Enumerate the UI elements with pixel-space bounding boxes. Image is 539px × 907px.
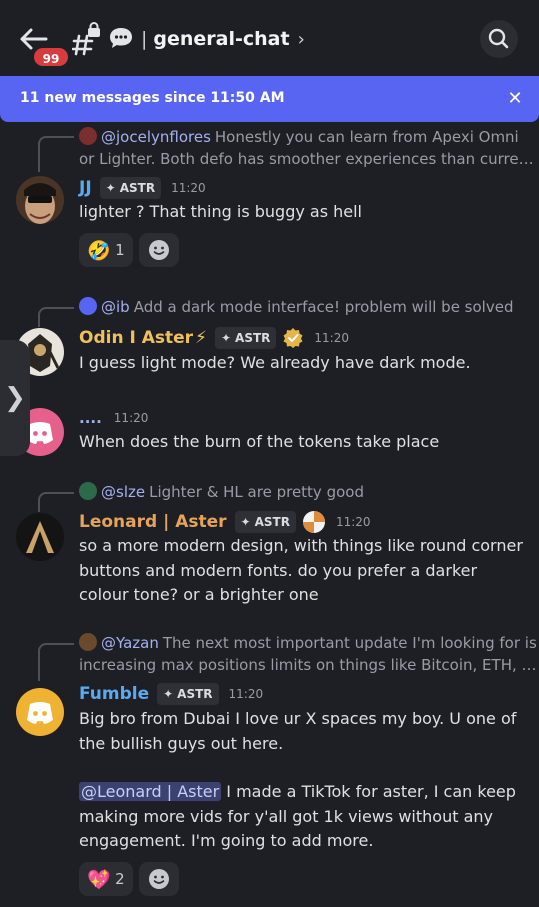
hash-lock-icon <box>71 22 102 56</box>
username[interactable]: Odin I Aster <box>79 328 193 348</box>
avatar[interactable] <box>16 513 64 561</box>
server-tag-label: ASTR <box>235 331 271 345</box>
reply-text: The next most important update I'm looki… <box>162 634 537 652</box>
lightning-icon: ⚡ <box>195 328 207 348</box>
server-tag[interactable]: ✦ ASTR <box>234 511 296 533</box>
channel-name: general-chat <box>153 28 290 50</box>
message-text: so a more modern design, with things lik… <box>79 536 523 604</box>
reply-avatar <box>79 482 97 500</box>
unread-badge: 99 <box>32 46 70 68</box>
message-text: I guess light mode? We already have dark… <box>79 353 471 372</box>
sparkling-heart-emoji: 💖 <box>87 868 112 891</box>
rofl-emoji: 🤣 <box>87 239 112 262</box>
reply-text-line2: or Lighter. Both defo has smoother exper… <box>79 150 534 168</box>
discord-logo-icon <box>27 702 53 724</box>
timestamp: 11:20 <box>171 181 206 195</box>
username[interactable]: .... <box>79 409 102 427</box>
channel-title[interactable]: | general-chat › <box>141 24 305 54</box>
reply-preview[interactable]: @ib Add a dark mode interface! problem wi… <box>79 296 513 318</box>
search-button[interactable] <box>480 20 518 58</box>
reply-connector <box>38 307 74 327</box>
search-icon <box>488 28 509 49</box>
new-messages-text: 11 new messages since 11:50 AM <box>20 90 285 106</box>
chevron-right-icon: › <box>297 28 305 50</box>
astr-diamond-icon: ✦ <box>220 331 232 345</box>
message-text-followup: @Leonard | Aster I made a TikTok for ast… <box>79 780 529 854</box>
new-messages-banner[interactable]: 11 new messages since 11:50 AM ✕ <box>0 76 539 122</box>
channel-header: 99 | general-chat › <box>0 0 539 76</box>
reply-preview[interactable]: @jocelynflores Honestly you can learn fro… <box>79 126 519 148</box>
message-text: lighter ? That thing is buggy as hell <box>79 202 362 221</box>
aster-logo-icon <box>302 510 326 534</box>
discord-logo-icon <box>79 297 97 315</box>
timestamp: 11:20 <box>228 687 264 701</box>
close-icon[interactable]: ✕ <box>504 88 526 110</box>
astr-diamond-icon: ✦ <box>163 687 174 701</box>
message-text: When does the burn of the tokens take pl… <box>79 432 440 451</box>
server-tag-label: ASTR <box>177 687 213 701</box>
astr-diamond-icon: ✦ <box>105 181 116 195</box>
add-reaction-icon <box>149 240 169 260</box>
username[interactable]: Leonard | Aster <box>79 512 227 532</box>
avatar[interactable] <box>16 688 64 736</box>
reply-avatar <box>79 127 97 145</box>
side-panel-tab[interactable]: ❯ <box>0 340 30 456</box>
server-tag[interactable]: ✦ ASTR <box>99 177 162 199</box>
add-reaction-button[interactable] <box>139 233 179 267</box>
username[interactable]: Fumble <box>79 684 149 704</box>
message-header: .... 11:20 <box>79 405 148 431</box>
reply-username: @Yazan <box>101 634 159 652</box>
message-header: Leonard | Aster ✦ ASTR 11:20 <box>79 509 371 535</box>
reply-text: Lighter & HL are pretty good <box>149 483 364 501</box>
timestamp: 11:20 <box>314 331 349 345</box>
reply-username: @ib <box>101 298 130 316</box>
reply-text: Honestly you can learn from Apexi Omni <box>214 128 519 146</box>
add-reaction-icon <box>149 869 169 889</box>
user-mention[interactable]: @Leonard | Aster <box>79 782 222 801</box>
message-header: Fumble ✦ ASTR 11:20 <box>79 681 263 707</box>
server-tag-label: ASTR <box>254 515 290 529</box>
title-separator: | <box>141 28 148 50</box>
add-reaction-button[interactable] <box>139 862 179 896</box>
reply-connector <box>38 643 74 681</box>
reaction-button[interactable]: 💖 2 <box>79 862 133 896</box>
server-tag[interactable]: ✦ ASTR <box>157 683 219 705</box>
reply-connector <box>38 136 74 172</box>
chat-bubble-icon <box>108 26 134 50</box>
reply-text-line2: increasing max positions limits on thing… <box>79 656 537 674</box>
timestamp: 11:20 <box>335 515 371 529</box>
message-header: Odin I Aster ⚡ ✦ ASTR 11:20 <box>79 325 349 351</box>
reaction-button[interactable]: 🤣 1 <box>79 233 133 267</box>
astr-diamond-icon: ✦ <box>240 515 251 529</box>
reply-preview[interactable]: @slze Lighter & HL are pretty good <box>79 481 364 503</box>
reply-username: @slze <box>101 483 146 501</box>
reaction-count: 2 <box>115 870 125 888</box>
timestamp: 11:20 <box>113 411 149 425</box>
reply-connector <box>38 492 74 512</box>
username[interactable]: JJ <box>79 178 92 198</box>
verified-icon <box>282 327 304 349</box>
server-tag[interactable]: ✦ ASTR <box>214 327 277 349</box>
reply-username: @jocelynflores <box>101 128 211 146</box>
message-header: JJ ✦ ASTR 11:20 <box>79 175 206 201</box>
avatar[interactable] <box>16 176 64 224</box>
reply-avatar <box>79 633 97 651</box>
reaction-count: 1 <box>115 241 125 259</box>
server-tag-label: ASTR <box>119 181 156 195</box>
message-text: Big bro from Dubai I love ur X spaces my… <box>79 709 517 753</box>
reply-text: Add a dark mode interface! problem will … <box>133 298 514 316</box>
reply-preview[interactable]: @Yazan The next most important update I'm… <box>79 632 537 654</box>
